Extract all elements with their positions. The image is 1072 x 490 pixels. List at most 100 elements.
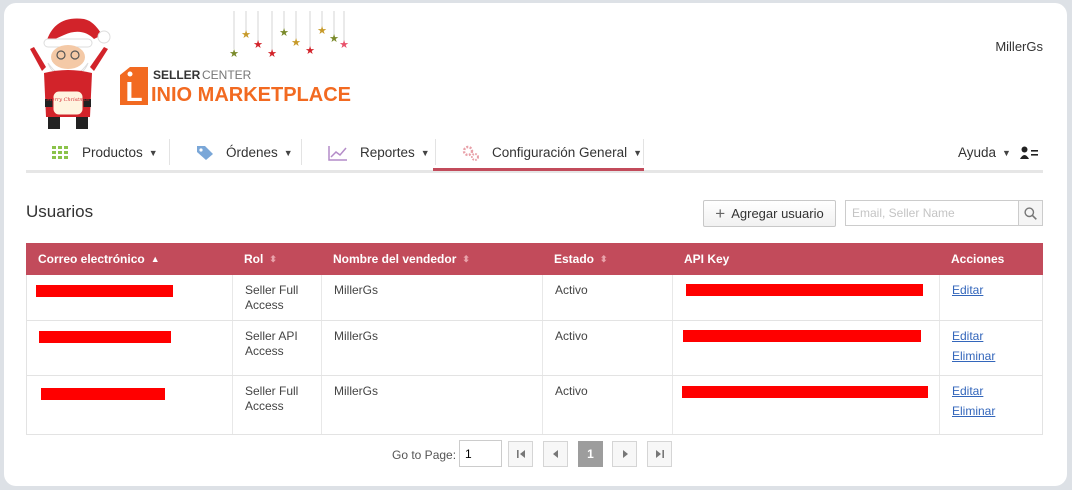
page-number-input[interactable]	[459, 440, 502, 467]
column-label: API Key	[684, 252, 730, 266]
brand-center: CENTER	[202, 68, 252, 82]
svg-text:★: ★	[241, 28, 251, 41]
redacted-api-key	[686, 284, 923, 296]
linio-seller-center-logo: L SELLER CENTER INIO MARKETPLACE	[120, 67, 351, 107]
nav-item-configuracion-general[interactable]: Configuración General ▼	[462, 135, 642, 170]
last-page-button[interactable]	[647, 441, 672, 467]
next-page-icon	[622, 450, 628, 458]
column-header-seller-name[interactable]: Nombre del vendedor ⬍	[333, 243, 470, 275]
delete-link[interactable]: Eliminar	[952, 404, 1042, 419]
column-label: Correo electrónico	[38, 252, 145, 266]
santa-illustration: Merry Christmas	[30, 18, 111, 129]
email-cell	[26, 376, 232, 434]
role-cell: Seller API Access	[232, 321, 321, 375]
chevron-down-icon: ▼	[148, 147, 158, 158]
first-page-button[interactable]	[508, 441, 533, 467]
svg-text:★: ★	[279, 26, 289, 39]
edit-link[interactable]: Editar	[952, 329, 1042, 344]
add-user-label: Agregar usuario	[731, 206, 824, 221]
table-header: Correo electrónico ▲ Rol ⬍ Nombre del vend…	[26, 243, 1043, 275]
user-list-icon[interactable]	[1020, 135, 1038, 170]
redacted-email	[39, 331, 171, 343]
sort-icon: ⬍	[462, 253, 470, 264]
main-nav: Productos ▼ Órdenes ▼ Reportes ▼ Configu…	[26, 135, 1043, 173]
nav-item-reportes[interactable]: Reportes ▼	[328, 135, 430, 170]
search-button[interactable]	[1018, 200, 1043, 226]
api-key-cell	[672, 275, 939, 320]
app-window: Merry Christmas ★ ★ ★ ★ ★ ★ ★ ★ ★ ★ L SE…	[4, 3, 1067, 486]
actions-cell: Editar Eliminar	[939, 321, 1043, 375]
search-input[interactable]	[845, 200, 1018, 226]
api-key-cell	[672, 376, 939, 434]
redacted-email	[36, 285, 173, 297]
nav-divider	[643, 139, 644, 165]
chart-line-icon	[328, 145, 348, 161]
redacted-api-key	[683, 330, 921, 342]
go-to-page-label: Go to Page:	[392, 448, 457, 462]
next-page-button[interactable]	[612, 441, 637, 467]
user-name[interactable]: MillerGs	[995, 39, 1043, 54]
table-row: Seller Full Access MillerGs Activo Edita…	[26, 376, 1043, 435]
api-key-cell	[672, 321, 939, 375]
brand-seller: SELLER	[153, 68, 201, 82]
nav-divider	[301, 139, 302, 165]
role-cell: Seller Full Access	[232, 275, 321, 320]
header: Merry Christmas ★ ★ ★ ★ ★ ★ ★ ★ ★ ★ L SE…	[4, 3, 1067, 135]
status-cell: Activo	[542, 376, 672, 434]
plus-icon: +	[715, 204, 726, 223]
edit-link[interactable]: Editar	[952, 384, 1042, 399]
sort-icon: ⬍	[269, 253, 277, 264]
redacted-api-key	[682, 386, 928, 398]
nav-item-ayuda[interactable]: Ayuda ▼	[958, 135, 1011, 170]
table-row: Seller Full Access MillerGs Activo Edita…	[26, 275, 1043, 321]
page-title: Usuarios	[26, 202, 94, 221]
nav-label-productos: Productos	[82, 145, 143, 160]
svg-text:★: ★	[305, 44, 315, 57]
users-table: Correo electrónico ▲ Rol ⬍ Nombre del vend…	[26, 243, 1043, 435]
nav-label-reportes: Reportes	[360, 145, 415, 160]
nav-label-ayuda: Ayuda	[958, 145, 997, 160]
nav-divider	[435, 139, 436, 165]
edit-link[interactable]: Editar	[952, 283, 1042, 298]
christmas-stars-decoration: ★★ ★★ ★★ ★★ ★ ★	[229, 11, 349, 59]
nav-item-productos[interactable]: Productos ▼	[52, 135, 158, 170]
gears-icon	[462, 145, 480, 161]
nav-label-configuracion: Configuración General	[492, 145, 628, 160]
email-cell	[26, 321, 232, 375]
column-label: Nombre del vendedor	[333, 252, 457, 266]
prev-page-icon	[552, 450, 558, 458]
brand-marketplace: INIO MARKETPLACE	[151, 84, 351, 106]
column-header-estado[interactable]: Estado ⬍	[554, 243, 608, 275]
actions-cell: Editar	[939, 275, 1043, 320]
table-row: Seller API Access MillerGs Activo Editar…	[26, 321, 1043, 376]
chevron-down-icon: ▼	[420, 147, 430, 158]
chevron-down-icon: ▼	[1002, 147, 1011, 158]
chevron-down-icon: ▼	[283, 147, 293, 158]
seller-cell: MillerGs	[321, 376, 542, 434]
svg-text:★: ★	[253, 38, 263, 51]
tag-icon	[196, 145, 214, 161]
svg-text:★: ★	[267, 47, 277, 59]
column-header-rol[interactable]: Rol ⬍	[244, 243, 277, 275]
column-label: Rol	[244, 252, 264, 266]
sort-asc-icon: ▲	[150, 254, 160, 264]
actions-cell: Editar Eliminar	[939, 376, 1043, 434]
column-header-acciones: Acciones	[951, 243, 1004, 275]
add-user-button[interactable]: + Agregar usuario	[703, 200, 836, 227]
delete-link[interactable]: Eliminar	[952, 349, 1042, 364]
sort-icon: ⬍	[600, 253, 608, 264]
nav-item-ordenes[interactable]: Órdenes ▼	[196, 135, 293, 170]
search-icon	[1024, 206, 1037, 220]
status-cell: Activo	[542, 321, 672, 375]
santa-sign-text: Merry Christmas	[45, 97, 90, 103]
active-tab-indicator	[433, 168, 644, 171]
svg-text:★: ★	[339, 38, 349, 51]
email-cell	[26, 275, 232, 320]
page-button-current[interactable]: 1	[578, 441, 603, 467]
svg-text:★: ★	[329, 32, 339, 45]
column-header-email[interactable]: Correo electrónico ▲	[38, 243, 160, 275]
seller-cell: MillerGs	[321, 321, 542, 375]
prev-page-button[interactable]	[543, 441, 568, 467]
nav-divider	[169, 139, 170, 165]
column-label: Acciones	[951, 252, 1005, 266]
